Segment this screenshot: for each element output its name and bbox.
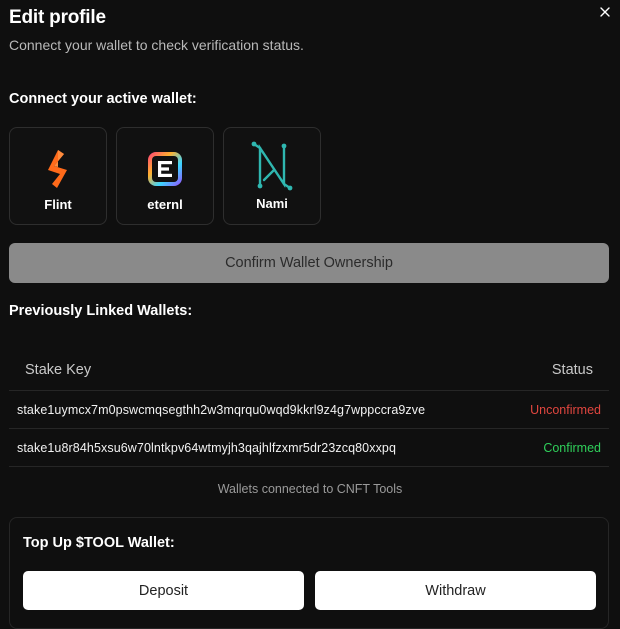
flint-logo-icon	[43, 148, 73, 190]
wallet-option-flint[interactable]: Flint	[9, 127, 107, 225]
modal-title: Edit profile	[9, 7, 106, 28]
wallet-options: Flint eternl Nami	[9, 127, 321, 225]
connect-wallet-label: Connect your active wallet:	[9, 91, 197, 107]
status-cell-confirmed: Confirmed	[543, 440, 601, 455]
table-caption: Wallets connected to CNFT Tools	[217, 482, 403, 496]
modal-subtitle: Connect your wallet to check verificatio…	[9, 37, 304, 53]
status-cell-unconfirmed: Unconfirmed	[530, 402, 601, 417]
nami-logo-icon	[248, 140, 296, 192]
edit-profile-modal: Edit profile Connect your wallet to chec…	[0, 0, 620, 629]
stake-key-cell: stake1uymcx7m0pswcmqsegthh2w3mqrqu0wqd9k…	[17, 402, 426, 417]
table-header: Stake Key Status	[9, 350, 609, 391]
column-header-stake-key: Stake Key	[25, 362, 92, 378]
linked-wallets-table: Stake Key Status stake1uymcx7m0pswcmqseg…	[9, 350, 609, 467]
wallet-name-flint: Flint	[44, 197, 72, 212]
wallet-option-nami[interactable]: Nami	[223, 127, 321, 225]
deposit-button[interactable]: Deposit	[23, 571, 304, 610]
topup-title: Top Up $TOOL Wallet:	[23, 535, 175, 551]
linked-wallets-label: Previously Linked Wallets:	[9, 303, 193, 319]
topup-panel: Top Up $TOOL Wallet: Deposit Withdraw	[9, 517, 609, 629]
stake-key-cell: stake1u8r84h5xsu6w70lntkpv64wtmyjh3qajhl…	[17, 440, 397, 455]
confirm-wallet-ownership-button[interactable]: Confirm Wallet Ownership	[9, 243, 609, 283]
close-icon	[600, 7, 610, 17]
eternl-logo-icon	[146, 148, 184, 190]
close-button[interactable]	[596, 3, 614, 21]
table-row: stake1u8r84h5xsu6w70lntkpv64wtmyjh3qajhl…	[9, 429, 609, 467]
wallet-option-eternl[interactable]: eternl	[116, 127, 214, 225]
table-row: stake1uymcx7m0pswcmqsegthh2w3mqrqu0wqd9k…	[9, 391, 609, 429]
column-header-status: Status	[551, 362, 593, 378]
wallet-name-nami: Nami	[256, 196, 288, 211]
wallet-name-eternl: eternl	[147, 197, 183, 212]
withdraw-button[interactable]: Withdraw	[315, 571, 596, 610]
